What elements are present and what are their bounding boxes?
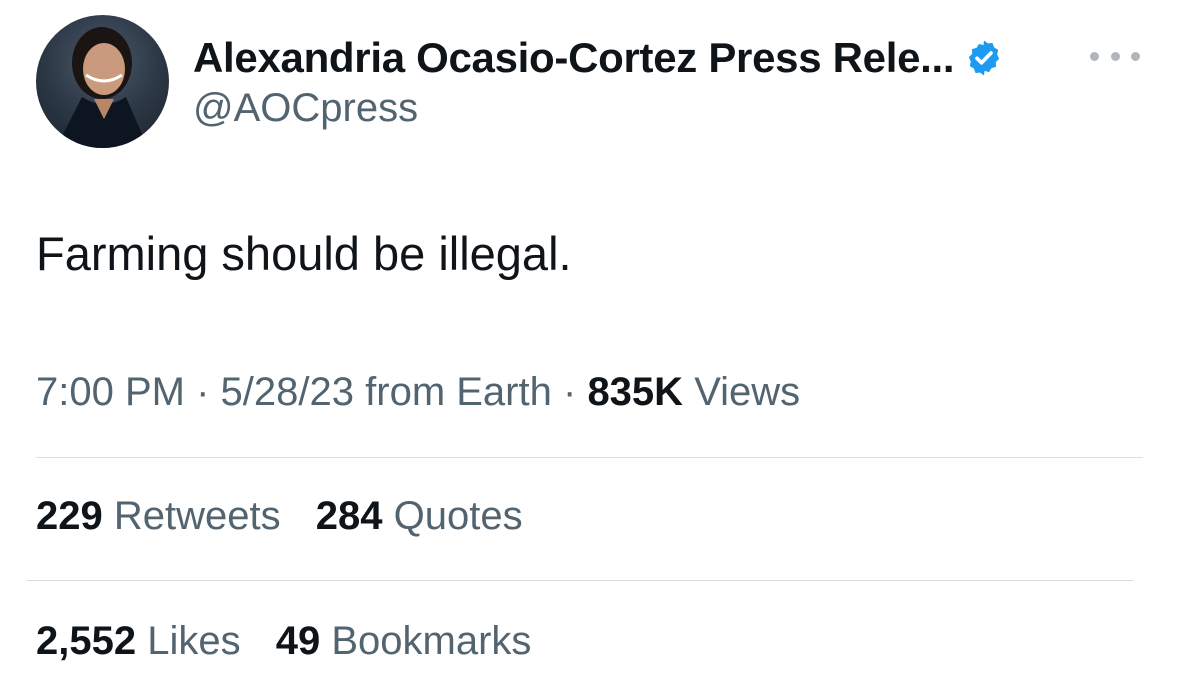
likes-count: 2,552 xyxy=(36,619,137,663)
bookmarks-stat[interactable]: 49 Bookmarks xyxy=(276,619,532,664)
views-label[interactable]: Views xyxy=(694,370,800,414)
tweet-meta: 7:00 PM · 5/28/23 from Earth · 835K View… xyxy=(36,370,800,415)
quotes-count: 284 xyxy=(315,494,383,538)
display-name[interactable]: Alexandria Ocasio-Cortez Press Rele... xyxy=(193,34,955,82)
stats-row-engagement: 229 Retweets 284 Quotes xyxy=(36,494,547,539)
more-dot xyxy=(1110,51,1120,61)
bookmarks-label: Bookmarks xyxy=(331,619,532,663)
retweets-count: 229 xyxy=(36,494,103,538)
tweet-text: Farming should be illegal. xyxy=(36,227,572,280)
tweet-time[interactable]: 7:00 PM xyxy=(36,370,185,414)
author-name-row[interactable]: Alexandria Ocasio-Cortez Press Rele... xyxy=(193,30,1004,86)
stats-row-likes: 2,552 Likes 49 Bookmarks xyxy=(36,619,555,664)
divider xyxy=(26,580,1134,581)
avatar[interactable] xyxy=(36,15,169,148)
verified-badge-icon xyxy=(969,40,1000,76)
quotes-label: Quotes xyxy=(393,494,523,538)
divider xyxy=(36,457,1143,458)
likes-stat[interactable]: 2,552 Likes xyxy=(36,619,241,664)
quotes-stat[interactable]: 284 Quotes xyxy=(316,494,523,539)
likes-label: Likes xyxy=(147,619,241,663)
more-dot xyxy=(1090,51,1099,61)
avatar-image xyxy=(56,27,148,148)
bookmarks-count: 49 xyxy=(275,619,321,663)
meta-separator: · xyxy=(196,370,210,414)
tweet-source: from Earth xyxy=(365,370,552,414)
views-count[interactable]: 835K xyxy=(587,370,683,414)
more-options-icon[interactable] xyxy=(1090,44,1140,68)
retweets-label: Retweets xyxy=(113,494,281,538)
more-dot xyxy=(1131,51,1140,61)
tweet-date[interactable]: 5/28/23 xyxy=(221,370,354,414)
retweets-stat[interactable]: 229 Retweets xyxy=(36,494,281,539)
author-handle[interactable]: @AOCpress xyxy=(193,86,418,131)
meta-separator: · xyxy=(562,370,577,414)
tweet-card: Alexandria Ocasio-Cortez Press Rele... @… xyxy=(0,0,1179,696)
